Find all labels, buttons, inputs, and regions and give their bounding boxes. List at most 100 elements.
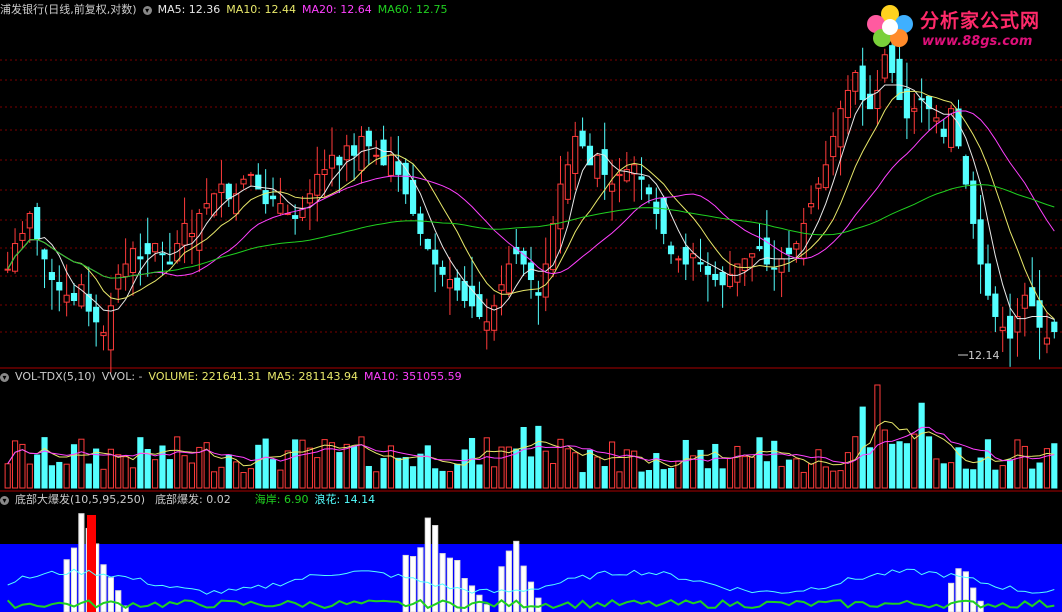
chevron-down-icon[interactable]: ▾ <box>142 5 152 15</box>
volume-bar <box>424 445 431 489</box>
volume-bar <box>992 469 999 489</box>
candle-body <box>365 130 372 147</box>
volume-bar <box>726 457 734 489</box>
volume-bar <box>1014 439 1021 489</box>
volume-bar <box>284 450 291 489</box>
candle-body <box>970 180 977 224</box>
indicator-white-bar <box>970 587 977 612</box>
volume-bar <box>572 452 579 489</box>
volume-bar <box>299 439 306 489</box>
candle-body <box>704 265 711 275</box>
volume-bar <box>881 429 888 489</box>
main-panel-header: 浦发银行(日线,前复权,对数) ▾ MA5: 12.36 MA10: 12.44 MA2… <box>0 2 453 18</box>
candle-body <box>594 154 601 179</box>
candle-body <box>498 284 505 291</box>
volume-bar <box>262 438 269 489</box>
candle-body <box>697 262 704 265</box>
vol-ma10-label: MA10: 351055.59 <box>363 370 462 383</box>
candle-body <box>756 246 763 250</box>
candle-body <box>63 294 70 303</box>
volume-bar <box>468 437 476 489</box>
logo-url: www.88gs.com <box>922 34 1033 49</box>
candle-body <box>1036 300 1043 328</box>
volume-bar <box>56 461 63 489</box>
indicator-title[interactable]: 底部大爆发(10,5,95,250) <box>15 493 145 506</box>
candle-body <box>793 243 800 250</box>
volume-bar <box>336 452 343 489</box>
volume-bar <box>896 441 903 489</box>
indicator-panel-header: ▾ 底部大爆发(10,5,95,250) 底部爆发: 0.02 海岸: 6.90 浪花:… <box>0 492 381 508</box>
candle-body <box>115 273 122 290</box>
candle-body <box>144 243 151 255</box>
volume-bar <box>962 468 969 489</box>
candle-body <box>188 232 196 238</box>
volume-bar <box>667 468 675 489</box>
candle-body <box>454 277 461 291</box>
candle-body <box>48 272 55 281</box>
volume-bar <box>925 436 933 489</box>
volume-panel-header: ▾ VOL-TDX(5,10) VVOL: - VOLUME: 221641.31 MA… <box>0 369 468 385</box>
volume-bar <box>188 462 196 489</box>
volume-bar <box>763 461 770 489</box>
volume-bar <box>402 457 409 489</box>
candle-body <box>719 272 726 286</box>
candle-body <box>11 243 19 272</box>
volume-bar <box>277 469 284 489</box>
volume-bar <box>778 465 785 489</box>
volume-bar <box>601 466 608 489</box>
indicator-white-bar <box>78 513 85 612</box>
candle-body <box>999 326 1006 332</box>
volume-bar <box>34 454 41 489</box>
volume-bar <box>247 468 254 489</box>
volume-bar <box>645 470 653 489</box>
volume-bar <box>483 437 490 489</box>
candle-body <box>984 263 992 296</box>
candle-body <box>4 268 11 271</box>
candle-body <box>328 154 336 169</box>
volume-bar <box>741 456 748 489</box>
volume-bar <box>439 470 446 489</box>
volume-bar <box>292 439 299 489</box>
volume-bar <box>852 436 859 489</box>
candle-body <box>800 222 807 259</box>
volume-bar <box>269 459 277 489</box>
volume-bar <box>491 466 498 489</box>
stock-title[interactable]: 浦发银行(日线,前复权,对数) <box>0 3 137 16</box>
volume-title[interactable]: VOL-TDX(5,10) <box>15 370 96 383</box>
volume-bar <box>918 402 925 489</box>
volume-bar <box>1021 445 1028 489</box>
volume-bar <box>41 437 48 489</box>
candle-body <box>373 154 380 157</box>
site-logo[interactable]: 分析家公式网 www.88gs.com <box>862 2 1060 52</box>
candle-body <box>240 178 247 185</box>
candle-body <box>601 149 608 175</box>
volume-bar <box>365 465 372 489</box>
volume-bar <box>63 463 70 489</box>
volume-bar <box>454 463 461 489</box>
candle-body <box>837 108 844 148</box>
candle-body <box>26 212 33 229</box>
candle-body <box>542 263 549 298</box>
candle-body <box>527 262 535 281</box>
candle-body <box>336 156 343 166</box>
candle-body <box>660 197 667 234</box>
chevron-down-icon[interactable]: ▾ <box>0 372 9 382</box>
candle-body <box>564 164 571 200</box>
candle-body <box>852 71 859 92</box>
volume-bar <box>970 469 977 489</box>
candle-body <box>682 247 689 265</box>
volume-bar <box>446 471 454 489</box>
indicator-white-bar <box>70 547 78 612</box>
volume-bar <box>977 457 984 489</box>
volume-bar <box>948 462 955 489</box>
chevron-down-icon[interactable]: ▾ <box>0 495 9 505</box>
candle-body <box>137 256 144 260</box>
candle-body <box>351 145 358 156</box>
indicator-white-bar <box>115 590 122 612</box>
candle-body <box>712 273 719 281</box>
vol-ma5-label: MA5: 281143.94 <box>267 370 358 383</box>
candle-body <box>233 193 240 215</box>
volume-bar <box>1036 462 1043 489</box>
volume-bar <box>476 464 483 489</box>
candle-body <box>321 169 328 175</box>
